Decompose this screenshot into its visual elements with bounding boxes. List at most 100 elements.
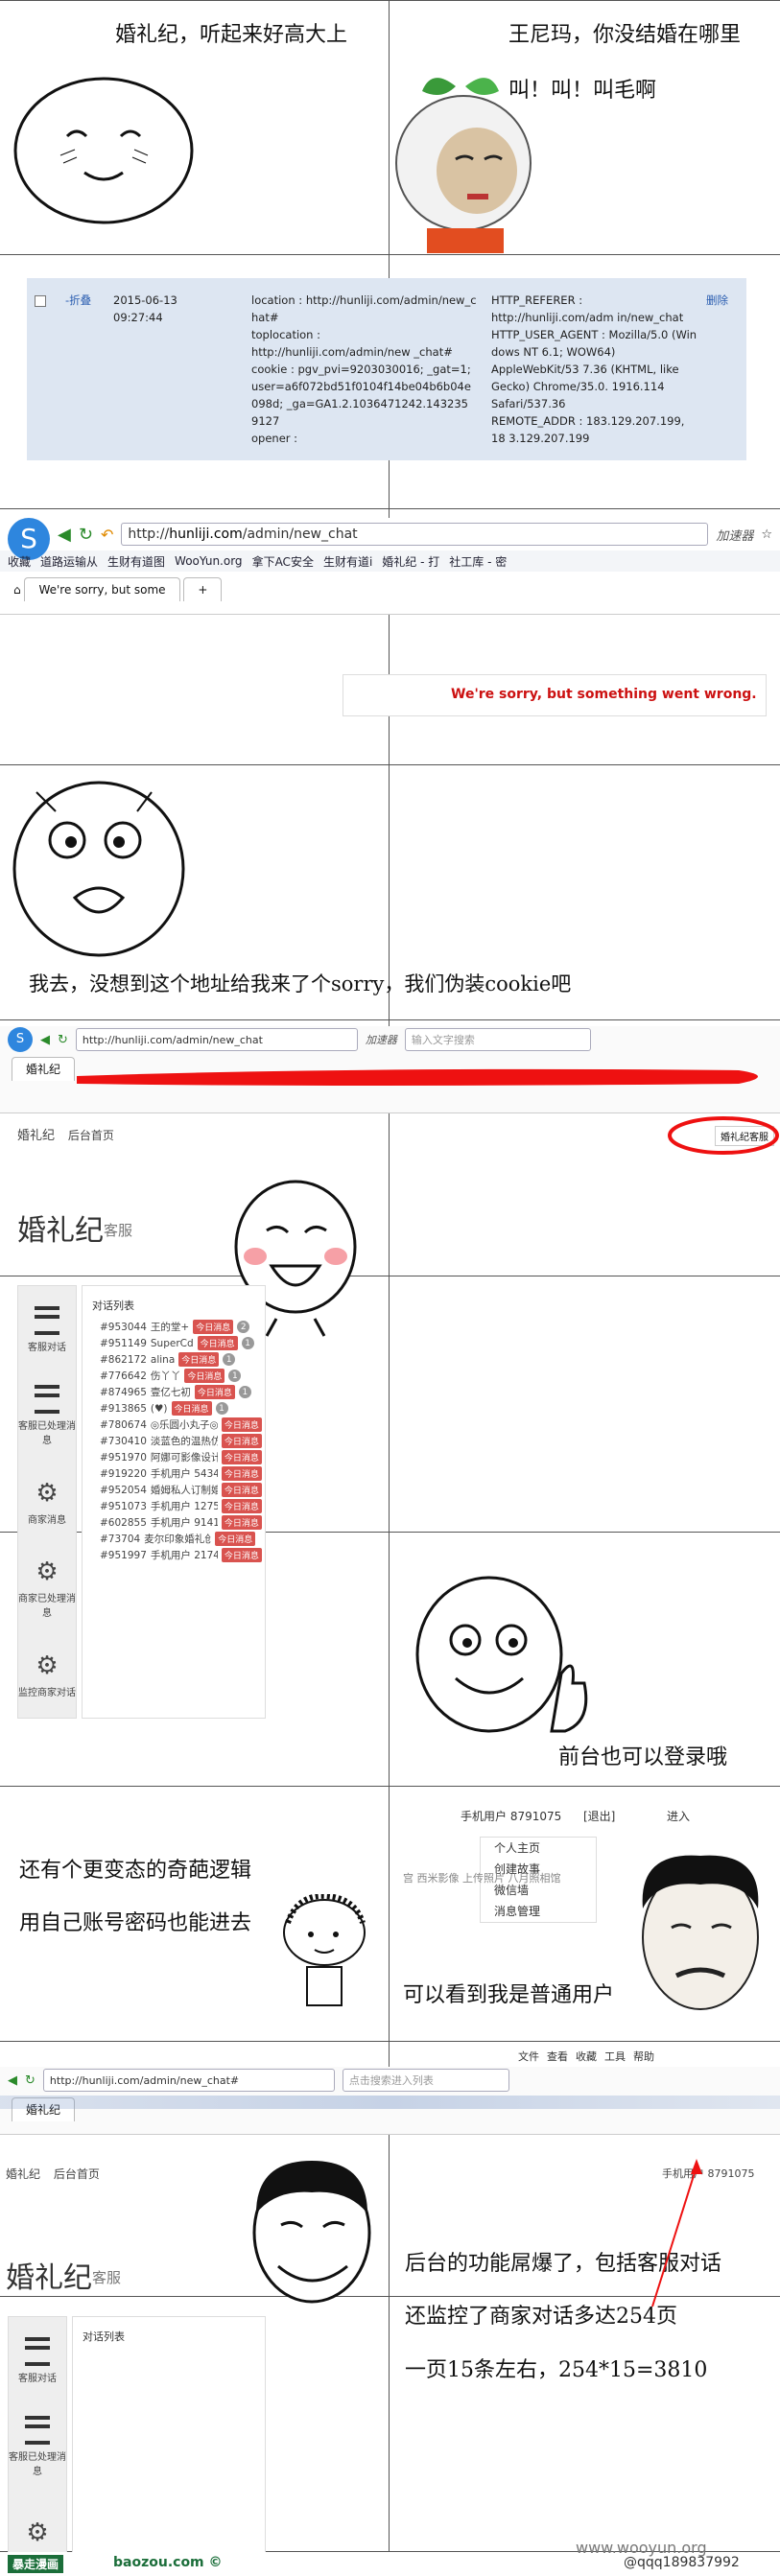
sidebar-label: 客服已处理消息 [18, 1421, 76, 1446]
bookmark-4[interactable]: 拿下AC安全 [252, 553, 314, 570]
site-nav-admin[interactable]: 后台首页 [68, 1129, 114, 1142]
bookmark-1[interactable]: 道路运输从 [40, 553, 98, 570]
site-nav-admin[interactable]: 后台首页 [54, 2167, 100, 2181]
error-message: We're sorry, but something went wrong. [451, 687, 757, 702]
chat-row[interactable]: #730410淡蓝色的温热仿风筝~今日消息 [83, 1433, 265, 1449]
list-icon [25, 2416, 50, 2445]
chat-row[interactable]: #951073手机用户 1275731今日消息 [83, 1498, 265, 1514]
chat-row[interactable]: #952054婚姆私人订制婚礼今日消息 [83, 1482, 265, 1498]
chat-row-id: #780674 [100, 1418, 147, 1431]
back-icon[interactable]: ◀ [8, 2073, 17, 2088]
menu-tools[interactable]: 工具 [604, 2049, 626, 2064]
bookmark-5[interactable]: 生财有道ⅰ [323, 553, 372, 570]
log-record-row: -折叠 2015-06-13 09:27:44 location : http:… [27, 278, 746, 460]
logout-link[interactable]: [退出] [583, 1808, 615, 1824]
chat-row-name: (♥) [150, 1402, 168, 1415]
chat-row[interactable]: #951997手机用户 2174064今日消息 [83, 1547, 265, 1563]
chat-row-id: #919220 [100, 1467, 147, 1480]
back-icon[interactable]: ◀ [58, 525, 71, 545]
today-badge: 今日消息 [221, 1417, 262, 1432]
bookmark-0[interactable]: 收藏 [8, 553, 31, 570]
undo-icon[interactable]: ↶ [101, 526, 113, 544]
chat-row[interactable]: #951970 阿娜可影像设计 今日消息 [83, 1449, 265, 1465]
sidebar-item-service-chat[interactable]: 客服对话 [18, 1286, 76, 1372]
rage-face-illustration [12, 781, 185, 957]
log-right-column: HTTP_REFERER : http://hunliji.com/adm in… [480, 292, 700, 447]
url-host: hunliji.com [169, 527, 243, 542]
refresh-icon[interactable]: ↻ [25, 2073, 35, 2088]
realistic-man-face-illustration [642, 1855, 759, 2010]
search-input[interactable]: 输入文字搜索 [404, 1028, 591, 1051]
chat-row[interactable]: #951149 SuperCd 今日消息 1 [83, 1335, 265, 1351]
gear-icon: ⚙ [35, 1478, 59, 1508]
refresh-icon[interactable]: ↻ [79, 525, 93, 545]
chat-row[interactable]: #919220手机用户 5434029今日消息 [83, 1465, 265, 1482]
chat-row-name: 壹亿七初 [150, 1387, 191, 1398]
sidebar-item-merchant-handled[interactable]: ⚙ 商家已处理消息 [18, 1545, 76, 1631]
sidebar-label: 客服已处理消息 [9, 2452, 66, 2477]
address-bar[interactable]: http://hunliji.com/admin/new_chat [75, 1028, 358, 1051]
accelerator-label[interactable]: 加速器 [366, 1032, 397, 1047]
menu-item-profile[interactable]: 个人主页 [481, 1838, 596, 1859]
curly-hair-face-illustration [283, 1894, 366, 2006]
accelerator-label[interactable]: 加速器 [716, 526, 753, 544]
sidebar-item-service-chat[interactable]: 客服对话 [9, 2317, 66, 2403]
log-referer: HTTP_REFERER : http://hunliji.com/adm in… [491, 293, 684, 324]
panel8-line-3: 一页15条左右，254*15=3810 [405, 2358, 708, 2382]
site-nav-home[interactable]: 婚礼纪 [17, 1129, 55, 1143]
tab-hunliji[interactable]: 婚礼纪 [12, 1057, 76, 1081]
menu-help[interactable]: 帮助 [633, 2049, 654, 2064]
log-location: location : http://hunliji.com/admin/new_… [251, 293, 477, 324]
logo-sub: 客服 [104, 1222, 133, 1239]
chat-row[interactable]: #780674 ◎乐圆小丸子◎ 今日消息 [83, 1417, 265, 1433]
footer-bar: 暴走漫画 baozou.com © www.wooyun.org @qqq189… [0, 2539, 780, 2575]
menu-item-messages[interactable]: 消息管理 [481, 1901, 596, 1922]
panel7-left-line-1: 还有个更变态的奇葩逻辑 [19, 1859, 252, 1883]
panel7-right-caption: 可以看到我是普通用户 [403, 1983, 615, 2007]
chat-row[interactable]: #953044 王的堂+ 今日消息 2 [83, 1319, 265, 1335]
chat-row[interactable]: #874965 壹亿七初 今日消息 1 [83, 1384, 265, 1400]
footer-qq: @qqq189837992 [624, 2555, 740, 2570]
site-nav: 婚礼纪 后台首页 [17, 1125, 114, 1143]
menu-view[interactable]: 查看 [547, 2049, 568, 2064]
menu-favorites[interactable]: 收藏 [576, 2049, 597, 2064]
home-icon[interactable]: ⌂ [13, 583, 21, 597]
chat-row[interactable]: #913865 (♥) 今日消息 1 [83, 1400, 265, 1417]
delete-link[interactable]: 删除 [706, 292, 728, 309]
chat-row-name: ◎乐圆小丸子◎ [150, 1419, 218, 1431]
refresh-icon[interactable]: ↻ [58, 1033, 68, 1047]
gear-icon: ⚙ [35, 1557, 59, 1586]
bookmark-6[interactable]: 婚礼纪 - 打 [382, 553, 439, 570]
user-label[interactable]: 手机用户 8791075 [461, 1808, 561, 1824]
sidebar-item-monitor-merchant[interactable]: ⚙ 监控商家对话 [18, 1631, 76, 1718]
site-nav-home[interactable]: 婚礼纪 [6, 2167, 40, 2181]
back-icon[interactable]: ◀ [40, 1033, 50, 1047]
fold-link[interactable]: -折叠 [65, 292, 91, 309]
address-bar[interactable]: http://hunliji.com/admin/new_chat [121, 523, 709, 546]
chat-row[interactable]: #73704麦尔印象婚礼创意中心今日消息 [83, 1531, 265, 1547]
bookmark-2[interactable]: 生财有道图 [107, 553, 165, 570]
row-checkbox[interactable] [35, 295, 46, 307]
footer-brand: 暴走漫画 [8, 2555, 64, 2573]
bookmark-7[interactable]: 社工库 - 密 [449, 553, 507, 570]
admin-sidebar: 客服对话 客服已处理消息 ⚙ 商家消息 ⚙ 商家已处理消息 ⚙ 监控商家对话 [17, 1285, 77, 1719]
panel1-right-text-1: 王尼玛，你没结婚在哪里 [508, 23, 742, 47]
sidebar-item-service-handled[interactable]: 客服已处理消息 [9, 2403, 66, 2490]
chat-row[interactable]: #862172 alina 今日消息 1 [83, 1351, 265, 1368]
search-input[interactable]: 点击搜索进入列表 [342, 2069, 509, 2092]
enter-link[interactable]: 进入 [667, 1808, 690, 1824]
url-prefix: http:// [128, 527, 170, 542]
chat-row-name: 伤丫丫 [150, 1370, 181, 1382]
gear-icon: ⚙ [26, 2518, 49, 2547]
sidebar-item-merchant-messages[interactable]: ⚙ 商家消息 [18, 1459, 76, 1545]
tab-sorry[interactable]: We're sorry, but some [24, 577, 180, 601]
new-tab-button[interactable]: + [183, 577, 223, 601]
menu-file[interactable]: 文件 [518, 2049, 539, 2064]
chat-row-id: #862172 [100, 1353, 147, 1366]
chat-row[interactable]: #776642 伤丫丫 今日消息 1 [83, 1368, 265, 1384]
star-icon[interactable]: ☆ [761, 527, 772, 542]
chat-row[interactable]: #602855手机用户 9141217今日消息 [83, 1514, 265, 1531]
address-bar[interactable]: http://hunliji.com/admin/new_chat# [42, 2069, 335, 2092]
sidebar-item-service-handled[interactable]: 客服已处理消息 [18, 1372, 76, 1459]
bookmark-3[interactable]: WooYun.org [175, 554, 243, 568]
